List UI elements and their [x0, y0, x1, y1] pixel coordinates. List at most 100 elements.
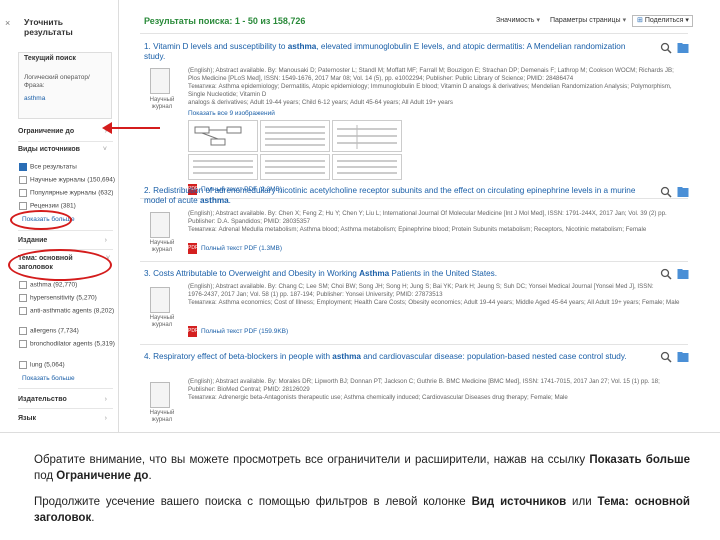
current-search-box: Текущий поиск Логический оператор/Фраза:… [18, 52, 112, 119]
subject-filter[interactable]: allergens (7,734) [19, 327, 114, 335]
result-actions [660, 268, 692, 280]
share-label: Поделиться [644, 17, 684, 24]
page-options-label: Параметры страницы [550, 17, 621, 24]
results-main: Результаты поиска: 1 - 50 из 158,726 Зна… [124, 0, 720, 432]
relevance-dropdown[interactable]: Значимость ▾ [496, 16, 540, 24]
limit-to-section[interactable]: Ограничение до › [18, 128, 113, 135]
document-thumbnail[interactable] [150, 382, 170, 408]
document-thumbnail[interactable] [150, 287, 170, 313]
title-text: . [228, 196, 231, 205]
filter-label: Научные журналы (150,694) [30, 176, 116, 184]
result-meta: (English); Abstract available. By: Chen … [188, 210, 688, 234]
pdf-label: Полный текст PDF (1.3MB) [201, 245, 283, 253]
share-button[interactable]: ⊞ Поделиться ▾ [632, 15, 693, 27]
subject-filter[interactable]: asthma (92,770) [19, 281, 114, 289]
checkbox-icon[interactable] [19, 361, 27, 369]
source-types-section[interactable]: Виды источников ˅ [18, 146, 113, 153]
language-section[interactable]: Язык › [18, 415, 113, 422]
meta-line: Тематика: Asthma economics; Cost of Illn… [188, 299, 680, 306]
subject-filter[interactable]: hypersensitivity (5,270) [19, 294, 114, 302]
meta-line: Publisher: D.A. Spandidos; PMID: 2803535… [188, 218, 311, 225]
source-types-header: Виды источников [18, 146, 80, 153]
figure-thumbnail[interactable] [260, 120, 330, 152]
preview-magnifier-icon[interactable] [660, 42, 672, 54]
caption-bold: Вид источников [471, 496, 567, 508]
filter-label: hypersensitivity (5,270) [30, 294, 97, 302]
caption-text: под [34, 470, 57, 482]
figure-thumbnail[interactable] [332, 120, 402, 152]
current-search-value[interactable]: asthma [24, 95, 45, 102]
pdf-icon: PDF [188, 326, 198, 337]
checkbox-icon[interactable] [19, 281, 27, 289]
results-title: Результаты поиска: 1 - 50 из 158,726 [144, 16, 306, 26]
caption-bold: Ограничение до [56, 470, 149, 482]
preview-magnifier-icon[interactable] [660, 186, 672, 198]
checkbox-icon[interactable] [19, 307, 27, 315]
title-highlight: Asthma [359, 269, 390, 278]
result-number: 2. [144, 186, 151, 195]
language-label: Язык [18, 415, 36, 422]
title-highlight: asthma [199, 196, 229, 205]
filter-label: lung (5,064) [30, 361, 65, 369]
filter-label: Популярные журналы (632) [30, 189, 114, 197]
result-title[interactable]: 2. Redistribution of adrenomedullary nic… [144, 186, 644, 206]
meta-line: (English); Abstract available. By: Moral… [188, 378, 660, 385]
title-highlight: asthma [332, 352, 361, 361]
page-options-dropdown[interactable]: Параметры страницы ▾ [550, 16, 626, 24]
caption-text: . [91, 512, 95, 524]
add-folder-icon[interactable] [677, 268, 689, 280]
figure-thumbnail[interactable] [188, 154, 258, 180]
add-folder-icon[interactable] [677, 351, 689, 363]
pdf-full-text-link[interactable]: PDF Полный текст PDF (159.9KB) [188, 326, 288, 337]
preview-magnifier-icon[interactable] [660, 351, 672, 363]
filter-label: asthma (92,770) [30, 281, 78, 289]
meta-line: Тематика: Adrenal Medulla metabolism; As… [188, 226, 647, 233]
result-title[interactable]: 4. Respiratory effect of beta-blockers i… [144, 352, 644, 362]
caption-text: или [566, 496, 598, 508]
meta-line: 1976-2437, 2017 Jan; Vol. 58 (1) pp. 187… [188, 291, 443, 298]
publisher-section[interactable]: Издание › [18, 237, 113, 244]
filter-reviews[interactable]: Рецензии (381) [19, 202, 114, 210]
show-all-images-link[interactable]: Показать все 9 изображений [188, 110, 275, 117]
title-text: Vitamin D levels and susceptibility to [153, 42, 288, 51]
checkbox-icon[interactable] [19, 176, 27, 184]
add-folder-icon[interactable] [677, 186, 689, 198]
preview-magnifier-icon[interactable] [660, 268, 672, 280]
title-highlight: asthma [287, 42, 317, 51]
publication-section[interactable]: Издательство › [18, 396, 113, 403]
close-icon[interactable]: × [5, 18, 10, 28]
checkbox-icon[interactable] [19, 294, 27, 302]
figure-thumbnail[interactable] [332, 154, 402, 180]
checkbox-icon[interactable] [19, 340, 27, 348]
figure-thumbnail[interactable] [260, 154, 330, 180]
document-thumbnail[interactable] [150, 212, 170, 238]
subject-show-more-link[interactable]: Показать больше [22, 375, 117, 382]
result-meta: (English); Abstract available. By: Moral… [188, 378, 688, 402]
result-title[interactable]: 3. Costs Attributable to Overweight and … [144, 269, 644, 279]
publication-label: Издательство [18, 396, 67, 403]
result-number: 3. [144, 269, 151, 278]
subject-filter[interactable]: anti-asthmatic agents (8,202) [19, 307, 115, 316]
filter-all-results[interactable]: Все результаты [19, 163, 114, 171]
instruction-caption: Обратите внимание, что вы можете просмот… [34, 452, 690, 536]
pdf-full-text-link[interactable]: PDF Полный текст PDF (1.3MB) [188, 243, 282, 254]
chevron-down-icon: ▾ [683, 17, 689, 24]
checkbox-icon[interactable] [19, 189, 27, 197]
result-meta: (English); Abstract available. By: Chang… [188, 283, 688, 307]
meta-line: analogs & derivatives; Adult 19-44 years… [188, 99, 454, 106]
figure-thumbnail[interactable] [188, 120, 258, 152]
meta-line: (English); Abstract available. By: Chen … [188, 210, 667, 217]
checkbox-icon[interactable] [19, 202, 27, 210]
checkbox-icon[interactable] [19, 327, 27, 335]
checkbox-icon[interactable] [19, 163, 27, 171]
chevron-down-icon: ▾ [622, 17, 627, 24]
subject-filter[interactable]: lung (5,064) [19, 361, 114, 369]
filter-academic-journals[interactable]: Научные журналы (150,694) [19, 176, 116, 184]
filter-magazines[interactable]: Популярные журналы (632) [19, 189, 114, 197]
filter-label: anti-asthmatic agents (8,202) [30, 307, 115, 315]
meta-line: Тематика: Asthma epidemiology; Dermatiti… [188, 83, 672, 98]
add-folder-icon[interactable] [677, 42, 689, 54]
document-thumbnail[interactable] [150, 68, 170, 94]
result-title[interactable]: 1. Vitamin D levels and susceptibility t… [144, 42, 644, 62]
subject-filter[interactable]: bronchodilator agents (5,319) [19, 340, 115, 349]
